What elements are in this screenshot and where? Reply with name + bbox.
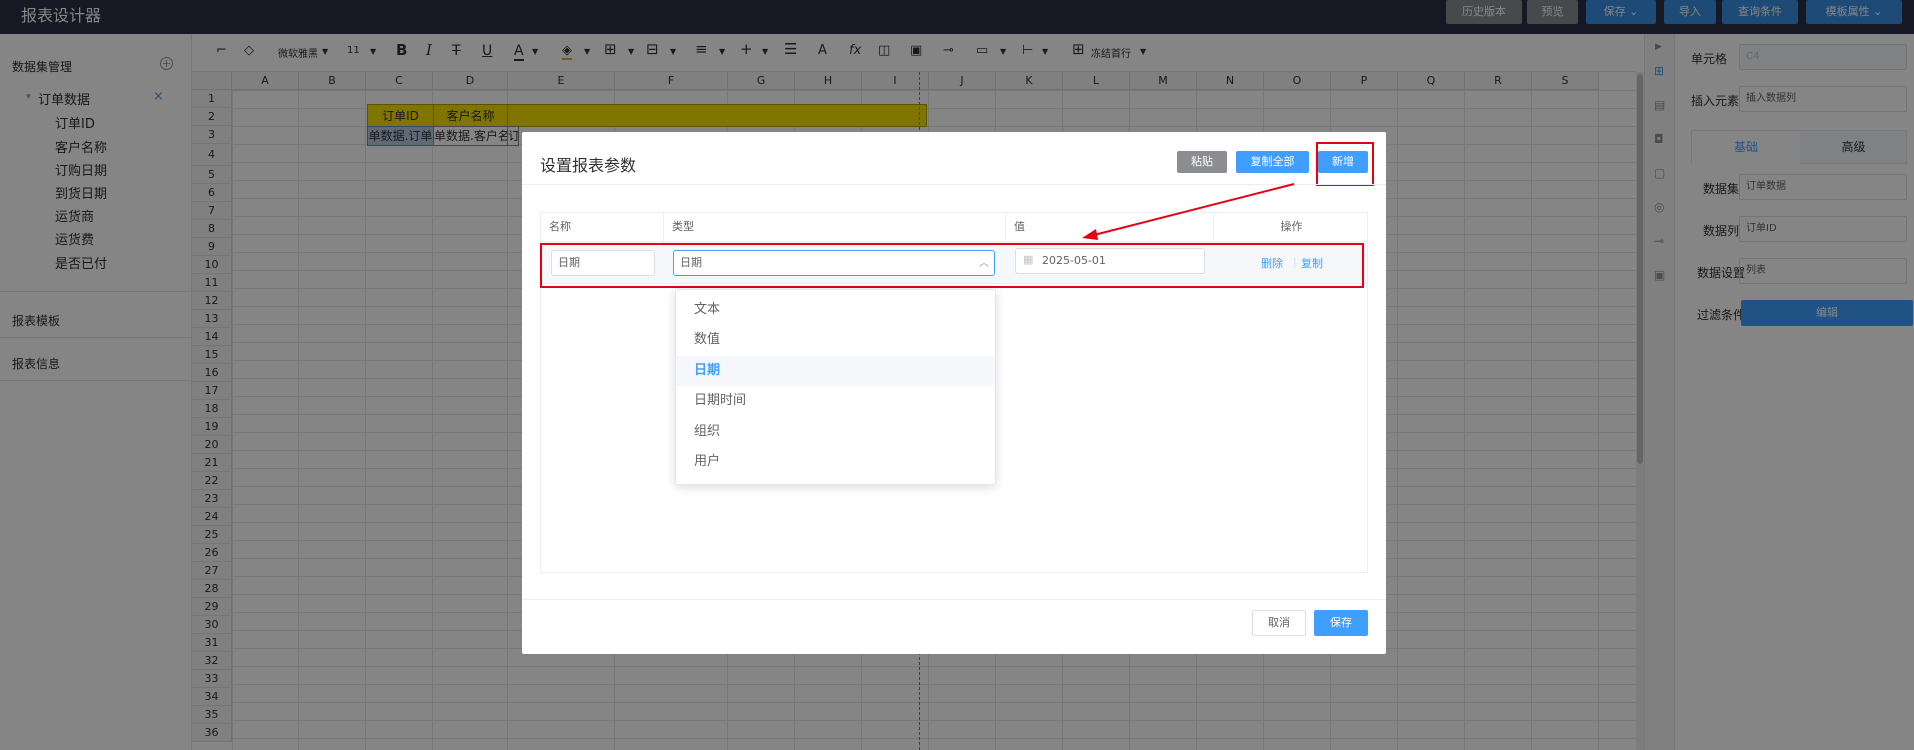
type-option-text[interactable]: 文本 xyxy=(676,295,995,325)
type-option-date[interactable]: 日期 xyxy=(676,356,995,386)
type-option-number[interactable]: 数值 xyxy=(676,325,995,355)
type-option-org[interactable]: 组织 xyxy=(676,417,995,447)
type-dropdown: 文本 数值 日期 日期时间 组织 用户 xyxy=(675,289,996,485)
type-option-datetime[interactable]: 日期时间 xyxy=(676,386,995,416)
type-option-user[interactable]: 用户 xyxy=(676,447,995,477)
